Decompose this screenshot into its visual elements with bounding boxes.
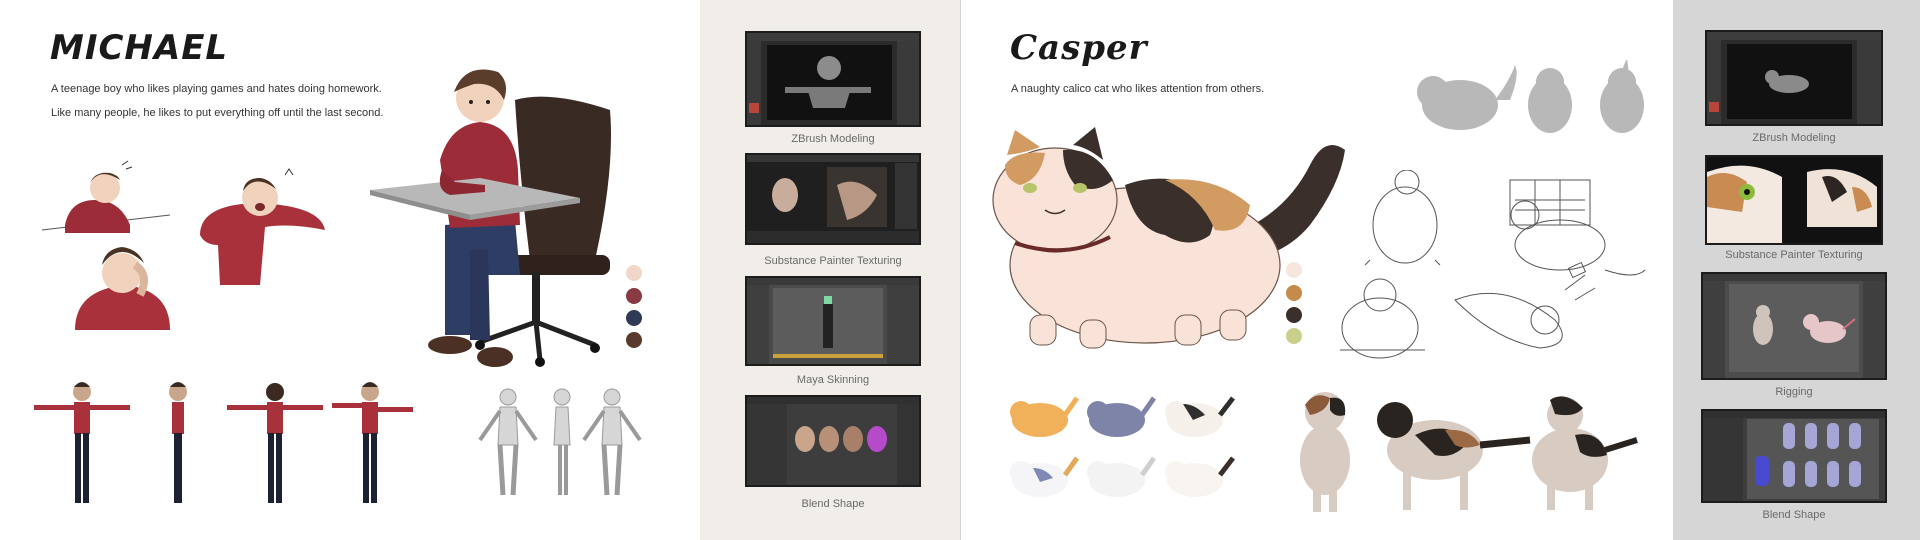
expression-frustrated (200, 168, 325, 285)
casper-description: A naughty calico cat who likes attention… (1011, 83, 1265, 95)
michael-thumb-maya (745, 276, 921, 366)
tpose-front (34, 382, 130, 503)
casper-thumb-blendshape (1701, 409, 1887, 503)
michael-thumb-zbrush (745, 31, 921, 127)
casper-swatch-2 (1286, 285, 1302, 301)
michael-description-line2: Like many people, he likes to put everyt… (51, 107, 384, 119)
michael-caption-blendshape: Blend Shape (801, 498, 865, 510)
michael-title: MICHAEL (50, 28, 229, 68)
casper-caption-substance: Substance Painter Texturing (1725, 249, 1863, 261)
michael-swatch-4 (626, 332, 642, 348)
variant-white-grey (1087, 456, 1157, 497)
casper-title: Casper (1010, 28, 1148, 68)
casper-3d-fur-renders (1300, 392, 1638, 512)
casper-swatch-1 (1286, 262, 1302, 278)
expression-bored (41, 160, 171, 233)
variant-calico (1165, 396, 1235, 437)
casper-swatch-3 (1286, 307, 1302, 323)
tpose-side (169, 382, 187, 503)
casper-swatch-4 (1286, 328, 1302, 344)
render-three-quarter (1532, 396, 1638, 510)
tpose-three-quarter (332, 382, 413, 503)
render-side (1377, 402, 1531, 510)
michael-swatch-3 (626, 310, 642, 326)
michael-thumb-substance (745, 153, 921, 245)
casper-thumb-rigging (1701, 272, 1887, 380)
casper-caption-blendshape: Blend Shape (1762, 509, 1826, 521)
michael-expression-sketches (41, 160, 325, 330)
michael-caption-substance: Substance Painter Texturing (764, 255, 902, 267)
render-front (1300, 392, 1350, 512)
casper-grey-silhouettes (1417, 60, 1644, 133)
michael-thumb-blendshape (745, 395, 921, 487)
casper-thumb-zbrush (1705, 30, 1883, 126)
michael-3d-grey-turnaround (478, 388, 642, 496)
michael-main-illustration (370, 69, 611, 367)
variant-orange (1010, 396, 1080, 437)
michael-swatch-1 (626, 265, 642, 281)
expression-worried (75, 247, 170, 330)
variant-white-dark-tail (1165, 456, 1235, 497)
michael-caption-zbrush: ZBrush Modeling (791, 133, 875, 145)
casper-caption-rigging: Rigging (1775, 386, 1813, 398)
variant-white-blue (1010, 456, 1080, 497)
michael-description-line1: A teenage boy who likes playing games an… (51, 83, 382, 95)
michael-turnaround-tposes (34, 382, 413, 503)
variant-blue-grey (1087, 396, 1157, 437)
casper-color-variants (1010, 396, 1235, 497)
casper-caption-zbrush: ZBrush Modeling (1752, 132, 1836, 144)
casper-thumb-substance (1705, 155, 1883, 245)
michael-caption-maya: Maya Skinning (796, 374, 870, 386)
tpose-back (227, 383, 323, 503)
casper-pencil-sketches (1340, 170, 1646, 359)
michael-swatch-2 (626, 288, 642, 304)
